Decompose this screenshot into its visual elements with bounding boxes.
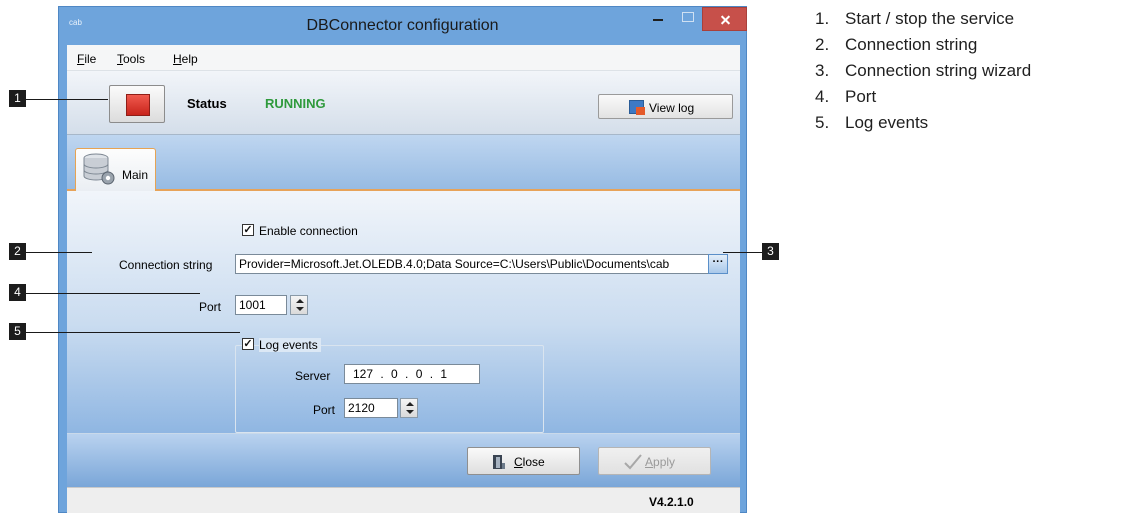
tab-strip: Main	[67, 135, 740, 191]
minimize-icon[interactable]	[645, 7, 671, 31]
legend-item: 1. Start / stop the service	[815, 9, 1015, 28]
callout-line-4	[26, 293, 200, 294]
main-content: Enable connection Connection string Prov…	[67, 191, 740, 433]
menu-bar: File Tools Help	[67, 45, 740, 71]
callout-line-2	[26, 252, 92, 253]
log-port-spinner[interactable]	[400, 398, 418, 418]
log-icon	[629, 100, 645, 115]
callout-marker-4: 4	[9, 284, 26, 301]
callout-legend: 1. Start / stop the service 2. Connection …	[815, 9, 1031, 138]
log-port-label: Port	[313, 403, 336, 417]
callout-marker-5: 5	[9, 323, 26, 340]
view-log-button[interactable]: View log	[598, 94, 733, 119]
button-bar: Close Apply	[67, 433, 740, 487]
tab-main[interactable]: Main	[75, 148, 156, 191]
close-button[interactable]: Close	[467, 447, 580, 475]
status-label: Status	[187, 96, 227, 111]
database-gear-icon	[83, 153, 115, 185]
legend-item: 4. Port	[815, 87, 877, 106]
status-bar: V4.2.1.0	[67, 487, 740, 513]
title-bar[interactable]: cab DBConnector configuration	[59, 7, 747, 45]
server-label: Server	[295, 369, 331, 383]
door-icon	[493, 455, 505, 469]
server-ip-input[interactable]: 127 . 0 . 0 . 1	[344, 364, 480, 384]
status-value: RUNNING	[265, 96, 326, 111]
connection-string-label: Connection string	[119, 258, 213, 272]
window-title: DBConnector configuration	[306, 17, 499, 34]
view-log-label: View log	[649, 101, 695, 115]
version-label: V4.2.1.0	[649, 495, 694, 509]
status-panel: Status RUNNING View log	[67, 71, 740, 135]
menu-file[interactable]: File	[77, 52, 96, 66]
port-input[interactable]: 1001	[235, 295, 287, 315]
log-events-group	[235, 345, 544, 433]
enable-connection-checkbox[interactable]	[242, 224, 254, 236]
maximize-icon[interactable]	[674, 7, 700, 31]
callout-marker-1: 1	[9, 90, 26, 107]
callout-line-3	[723, 252, 762, 253]
callout-line-5	[26, 332, 240, 333]
callout-marker-2: 2	[9, 243, 26, 260]
legend-item: 2. Connection string	[815, 35, 978, 54]
stop-icon	[126, 94, 150, 116]
port-label: Port	[199, 300, 222, 314]
legend-item: 5. Log events	[815, 113, 929, 132]
legend-item: 3. Connection string wizard	[815, 61, 1032, 80]
checkmark-icon	[624, 454, 642, 470]
apply-button-label: Apply	[645, 455, 676, 469]
start-stop-button[interactable]	[109, 85, 165, 123]
close-icon[interactable]	[702, 7, 747, 31]
callout-marker-3: 3	[762, 243, 779, 260]
enable-connection-label: Enable connection	[259, 224, 358, 238]
callout-line-1	[26, 99, 108, 100]
log-events-label: Log events	[259, 338, 321, 352]
menu-help[interactable]: Help	[173, 52, 198, 66]
log-port-input[interactable]: 2120	[344, 398, 398, 418]
connection-wizard-button[interactable]: ···	[708, 254, 728, 274]
port-spinner[interactable]	[290, 295, 308, 315]
log-events-checkbox[interactable]	[242, 338, 254, 350]
tab-main-label: Main	[122, 168, 149, 182]
apply-button[interactable]: Apply	[598, 447, 711, 475]
menu-tools[interactable]: Tools	[117, 52, 145, 66]
dbconnector-window: cab DBConnector configuration File Tools…	[58, 6, 747, 513]
close-button-label: Close	[514, 455, 545, 469]
connection-string-input[interactable]: Provider=Microsoft.Jet.OLEDB.4.0;Data So…	[235, 254, 709, 274]
